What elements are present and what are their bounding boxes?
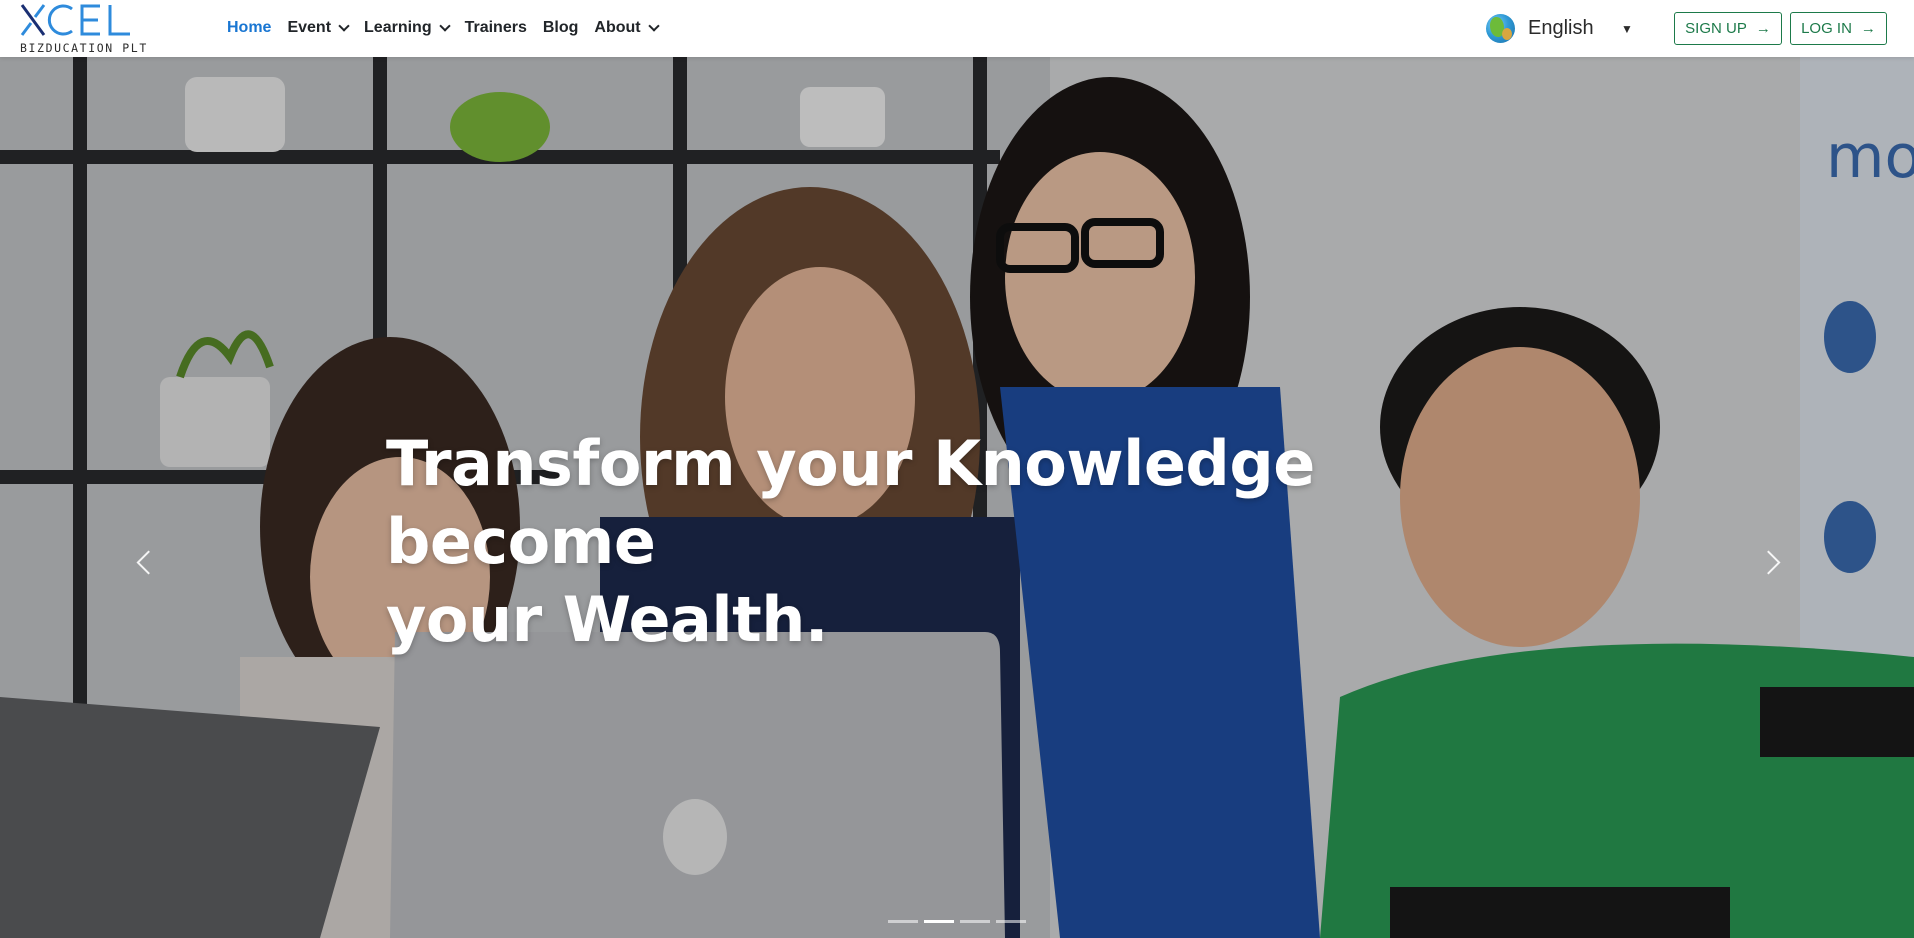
arrow-right-icon: →: [1755, 20, 1771, 37]
nav-blog-label: Blog: [542, 19, 579, 36]
nav-trainers-label: Trainers: [464, 19, 527, 36]
carousel-indicator-1[interactable]: [888, 920, 918, 923]
hero-headline: Transform your Knowledge become your Wea…: [386, 425, 1536, 659]
language-selected: English: [1528, 16, 1594, 39]
chevron-down-icon: [438, 19, 451, 32]
brand-tagline: BIZDUCATION PLT: [20, 41, 148, 55]
chevron-down-icon: [647, 19, 660, 32]
top-navbar: BIZDUCATION PLT Home Event Learning Trai…: [0, 0, 1914, 57]
nav-learning[interactable]: Learning: [364, 19, 451, 37]
xcel-logo-mark: [20, 4, 130, 36]
nav-blog[interactable]: Blog: [543, 19, 579, 37]
carousel-prev-button[interactable]: [131, 547, 161, 577]
hero-carousel: mo Transform your Knowledge become your …: [0, 57, 1914, 938]
nav-home[interactable]: Home: [227, 19, 271, 37]
log-in-label: LOG IN: [1801, 20, 1852, 37]
chevron-left-icon: [136, 550, 161, 575]
nav-about-label: About: [594, 19, 641, 36]
nav-home-label: Home: [227, 19, 272, 36]
nav-trainers[interactable]: Trainers: [465, 19, 527, 37]
nav-about[interactable]: About: [594, 19, 660, 37]
main-nav: Home Event Learning Trainers Blog About: [227, 18, 674, 38]
hero-headline-line1: Transform your Knowledge become: [386, 427, 1315, 578]
chevron-down-icon: [338, 19, 350, 32]
carousel-indicator-2[interactable]: [924, 920, 954, 923]
chevron-right-icon: [1756, 550, 1781, 575]
nav-learning-label: Learning: [364, 19, 432, 36]
hero-headline-line2: your Wealth.: [386, 583, 828, 656]
carousel-indicator-4[interactable]: [996, 920, 1026, 923]
carousel-indicator-3[interactable]: [960, 920, 990, 923]
carousel-next-button[interactable]: [1756, 547, 1788, 577]
language-selector[interactable]: English ▼: [1486, 13, 1633, 43]
nav-event[interactable]: Event: [287, 19, 350, 37]
caret-down-icon: ▼: [1621, 22, 1633, 36]
log-in-button[interactable]: LOG IN →: [1790, 12, 1887, 45]
sign-up-button[interactable]: SIGN UP →: [1674, 12, 1782, 45]
nav-event-label: Event: [287, 19, 332, 36]
carousel-indicators: [888, 920, 1032, 923]
sign-up-label: SIGN UP: [1685, 20, 1747, 37]
brand-logo[interactable]: BIZDUCATION PLT: [20, 1, 150, 55]
arrow-right-icon: →: [1860, 20, 1876, 37]
globe-icon: [1486, 13, 1515, 43]
